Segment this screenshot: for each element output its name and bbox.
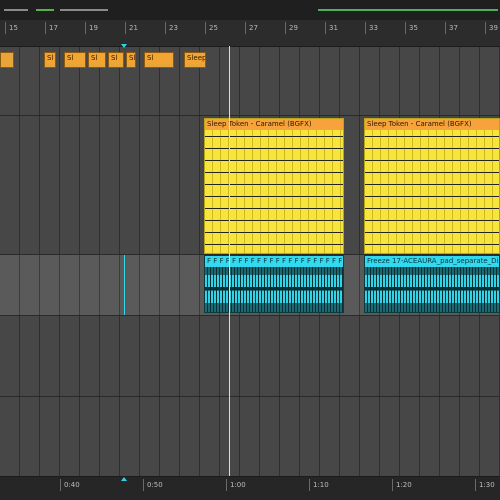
bar-marker: 31 <box>325 22 338 34</box>
clip-label: F F F F F F F F F F F F F F F F F F F F … <box>205 256 343 267</box>
time-ruler[interactable]: 0:40 0:50 1:00 1:10 1:20 1:30 <box>0 476 500 500</box>
audio-clip[interactable]: Sl <box>44 52 56 68</box>
audio-clip[interactable]: Freeze 17-ACEAURA_pad_separate_Diss <box>364 255 500 313</box>
time-marker: 1:30 <box>475 479 495 491</box>
audio-clip[interactable]: Sl <box>108 52 124 68</box>
track-lane-1[interactable]: Sl Sl Sl Sl Sl Sl Sleep <box>0 47 500 115</box>
audio-clip[interactable] <box>0 52 14 68</box>
audio-clip[interactable]: F F F F F F F F F F F F F F F F F F F F … <box>204 255 344 313</box>
clip-label: Sleep Token - Caramel (BGFX) <box>365 119 499 130</box>
time-marker: 1:10 <box>309 479 329 491</box>
bar-marker: 17 <box>45 22 58 34</box>
clip-label: Sl <box>109 53 123 64</box>
waveform <box>205 267 343 312</box>
loop-marker-icon[interactable] <box>121 477 127 481</box>
overview-strip[interactable] <box>0 0 500 20</box>
audio-clip[interactable]: Sleep <box>184 52 206 68</box>
track-lane-3[interactable]: F F F F F F F F F F F F F F F F F F F F … <box>0 255 500 315</box>
clip-label: Sleep Token - Caramel (BGFX) <box>205 119 343 130</box>
bar-marker: 39 <box>485 22 498 34</box>
overview-segment <box>4 9 28 11</box>
track-lane-5[interactable] <box>0 397 500 476</box>
bar-marker: 15 <box>5 22 18 34</box>
bar-marker: 33 <box>365 22 378 34</box>
bar-marker: 19 <box>85 22 98 34</box>
lane-grid <box>0 397 500 476</box>
track-lane-4[interactable] <box>0 316 500 396</box>
midi-notes <box>205 130 343 253</box>
time-marker: 1:00 <box>226 479 246 491</box>
cue-marker <box>124 255 125 315</box>
clip-label: Sleep <box>185 53 205 64</box>
clip-label: Sl <box>127 53 135 64</box>
bar-marker: 21 <box>125 22 138 34</box>
bar-marker: 27 <box>245 22 258 34</box>
time-marker: 0:50 <box>143 479 163 491</box>
bar-ruler[interactable]: 15 17 19 21 23 25 27 29 31 33 35 37 39 <box>0 20 500 48</box>
lane-grid <box>0 316 500 396</box>
time-marker: 1:20 <box>392 479 412 491</box>
audio-clip[interactable]: Sl <box>88 52 106 68</box>
audio-clip[interactable]: Sl <box>144 52 174 68</box>
arrangement-view: 15 17 19 21 23 25 27 29 31 33 35 37 39 S… <box>0 0 500 500</box>
audio-clip[interactable]: Sl <box>126 52 136 68</box>
overview-segment <box>36 9 54 11</box>
bar-marker: 29 <box>285 22 298 34</box>
overview-segment <box>318 9 498 11</box>
clip-label: Sl <box>89 53 105 64</box>
waveform <box>365 267 499 312</box>
clip-label: Sl <box>65 53 85 64</box>
overview-segment <box>60 9 108 11</box>
bar-marker: 23 <box>165 22 178 34</box>
midi-clip[interactable]: Sleep Token - Caramel (BGFX) <box>204 118 344 254</box>
bar-marker: 25 <box>205 22 218 34</box>
track-lane-2[interactable]: Sleep Token - Caramel (BGFX) Sleep Token… <box>0 116 500 254</box>
clip-label: Sl <box>145 53 173 64</box>
bar-marker: 37 <box>445 22 458 34</box>
clip-label: Freeze 17-ACEAURA_pad_separate_Diss <box>365 256 499 267</box>
midi-clip[interactable]: Sleep Token - Caramel (BGFX) <box>364 118 500 254</box>
playhead[interactable] <box>229 46 230 476</box>
audio-clip[interactable]: Sl <box>64 52 86 68</box>
midi-notes <box>365 130 499 253</box>
bar-marker: 35 <box>405 22 418 34</box>
clip-label: Sl <box>45 53 55 64</box>
time-marker: 0:40 <box>60 479 80 491</box>
